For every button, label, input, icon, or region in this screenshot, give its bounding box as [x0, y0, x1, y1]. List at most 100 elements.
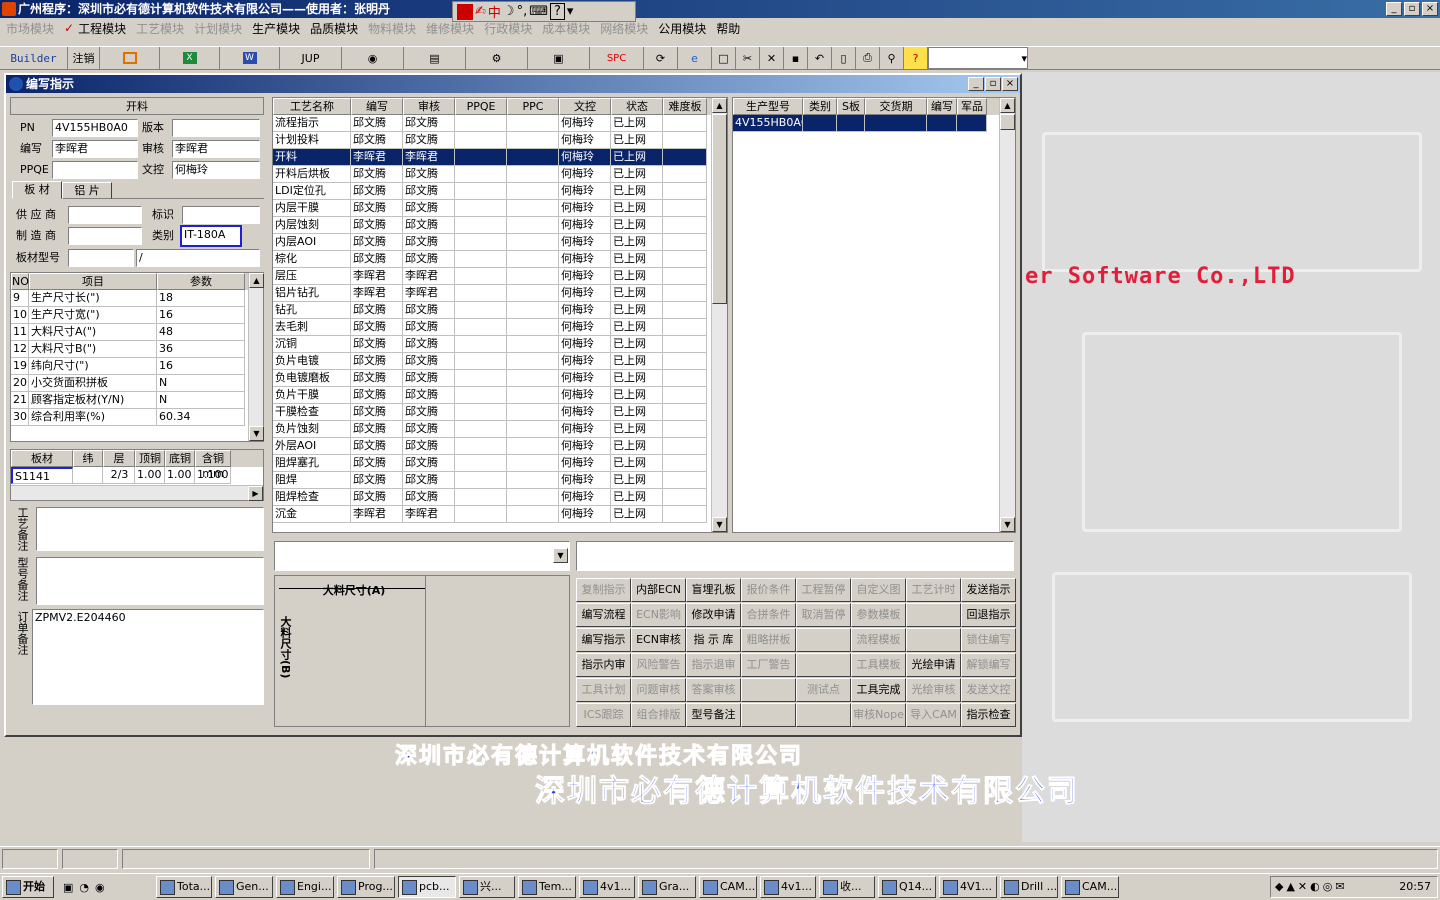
action-button[interactable]: 编写指示 — [576, 628, 631, 652]
product-header[interactable]: S板 — [837, 98, 865, 115]
product-cell[interactable] — [837, 115, 865, 132]
process-writer[interactable]: 邱文腾 — [351, 166, 403, 183]
explorer-icon[interactable]: ◔ — [79, 881, 89, 894]
params-row[interactable]: 21 顾客指定板材(Y/N) N — [11, 392, 263, 409]
action-button[interactable]: 工厂警告 — [741, 653, 796, 677]
param-no[interactable]: 30 — [11, 409, 29, 426]
menu-item[interactable]: 工程模块 — [76, 20, 134, 37]
process-difficulty[interactable] — [663, 404, 707, 421]
action-button[interactable]: 编写流程 — [576, 603, 631, 627]
refresh-icon[interactable]: ⟳ — [644, 47, 678, 69]
process-doc[interactable]: 何梅玲 — [559, 353, 611, 370]
product-scroll-thumb[interactable] — [1000, 114, 1015, 130]
process-name[interactable]: 钻孔 — [273, 302, 351, 319]
process-ppqe[interactable] — [455, 472, 507, 489]
builder-button[interactable]: Builder — [0, 47, 68, 69]
database-icon[interactable]: ▤ — [404, 47, 466, 69]
process-reviewer[interactable]: 邱文腾 — [403, 472, 455, 489]
param-item[interactable]: 小交货面积拼板 — [29, 375, 157, 392]
product-header[interactable]: 生产型号 — [733, 98, 803, 115]
process-writer[interactable]: 邱文腾 — [351, 200, 403, 217]
ie-icon[interactable]: e — [678, 47, 712, 69]
taskbar-item[interactable]: Q14... — [878, 876, 936, 898]
process-writer[interactable]: 邱文腾 — [351, 421, 403, 438]
process-ppqe[interactable] — [455, 421, 507, 438]
taskbar-item[interactable]: pcb... — [398, 876, 456, 898]
action-button[interactable]: ICS跟踪 — [576, 703, 631, 727]
process-reviewer[interactable]: 邱文腾 — [403, 336, 455, 353]
process-status[interactable]: 已上网 — [611, 183, 663, 200]
params-row[interactable]: 30 综合利用率(%) 60.34 — [11, 409, 263, 426]
action-button[interactable]: 盲埋孔板 — [686, 578, 741, 602]
process-doc[interactable]: 何梅玲 — [559, 285, 611, 302]
menu-item[interactable]: 市场模块 — [4, 20, 62, 37]
process-writer[interactable]: 邱文腾 — [351, 455, 403, 472]
process-ppqe[interactable] — [455, 387, 507, 404]
action-button[interactable]: 内部ECN — [631, 578, 686, 602]
start-button[interactable]: 开始 — [2, 876, 54, 898]
process-doc[interactable]: 何梅玲 — [559, 149, 611, 166]
process-ppqe[interactable] — [455, 302, 507, 319]
material-name[interactable]: S1141 — [11, 467, 73, 484]
process-reviewer[interactable]: 邱文腾 — [403, 302, 455, 319]
process-ppc[interactable] — [507, 166, 559, 183]
param-value[interactable]: 48 — [157, 324, 245, 341]
product-header[interactable]: 交货期 — [865, 98, 927, 115]
find-icon[interactable]: ⚲ — [880, 47, 904, 69]
process-row[interactable]: 棕化 邱文腾 邱文腾 何梅玲 已上网 — [273, 251, 727, 268]
process-ppqe[interactable] — [455, 353, 507, 370]
process-difficulty[interactable] — [663, 472, 707, 489]
process-ppc[interactable] — [507, 506, 559, 523]
halfwidth-icon[interactable]: ☽ — [503, 4, 515, 19]
action-button[interactable]: ECN审核 — [631, 628, 686, 652]
process-ppqe[interactable] — [455, 370, 507, 387]
process-doc[interactable]: 何梅玲 — [559, 132, 611, 149]
param-no[interactable]: 21 — [11, 392, 29, 409]
material-bottom-cu[interactable]: 1.00 — [165, 467, 195, 484]
process-doc[interactable]: 何梅玲 — [559, 115, 611, 132]
process-writer[interactable]: 邱文腾 — [351, 115, 403, 132]
process-name[interactable]: 阻焊塞孔 — [273, 455, 351, 472]
process-row[interactable]: 负电镀磨板 邱文腾 邱文腾 何梅玲 已上网 — [273, 370, 727, 387]
param-item[interactable]: 生产尺寸宽(") — [29, 307, 157, 324]
process-row[interactable]: 负片干膜 邱文腾 邱文腾 何梅玲 已上网 — [273, 387, 727, 404]
param-value[interactable]: 60.34 — [157, 409, 245, 426]
process-status[interactable]: 已上网 — [611, 404, 663, 421]
taskbar-item[interactable]: CAM... — [1061, 876, 1119, 898]
process-difficulty[interactable] — [663, 234, 707, 251]
process-ppqe[interactable] — [455, 319, 507, 336]
action-button[interactable]: 工艺计时 — [906, 578, 961, 602]
process-writer[interactable]: 邱文腾 — [351, 370, 403, 387]
process-ppc[interactable] — [507, 183, 559, 200]
action-button[interactable]: 指示退审 — [686, 653, 741, 677]
process-row[interactable]: LDI定位孔 邱文腾 邱文腾 何梅玲 已上网 — [273, 183, 727, 200]
param-item[interactable]: 综合利用率(%) — [29, 409, 157, 426]
scroll-up-icon[interactable]: ▲ — [249, 273, 264, 288]
material-header[interactable]: 纬 — [73, 450, 103, 467]
process-doc[interactable]: 何梅玲 — [559, 302, 611, 319]
process-ppc[interactable] — [507, 319, 559, 336]
action-button[interactable]: 风险警告 — [631, 653, 686, 677]
process-doc[interactable]: 何梅玲 — [559, 421, 611, 438]
process-reviewer[interactable]: 邱文腾 — [403, 421, 455, 438]
action-button[interactable]: 审核Nope — [851, 703, 906, 727]
save-icon[interactable]: ▪ — [784, 47, 808, 69]
process-ppqe[interactable] — [455, 506, 507, 523]
cut-icon[interactable]: ✂ — [736, 47, 760, 69]
param-no[interactable]: 10 — [11, 307, 29, 324]
params-row[interactable]: 12 大料尺寸B(") 36 — [11, 341, 263, 358]
process-doc[interactable]: 何梅玲 — [559, 166, 611, 183]
action-button[interactable]: 型号备注 — [686, 703, 741, 727]
process-row[interactable]: 沉铜 邱文腾 邱文腾 何梅玲 已上网 — [273, 336, 727, 353]
action-button[interactable]: 合拼条件 — [741, 603, 796, 627]
maker-field[interactable] — [68, 227, 142, 245]
eye-icon[interactable]: ◉ — [342, 47, 404, 69]
action-button[interactable]: 修改申请 — [686, 603, 741, 627]
process-ppqe[interactable] — [455, 404, 507, 421]
material-header[interactable]: 板材 — [11, 450, 73, 467]
param-no[interactable]: 12 — [11, 341, 29, 358]
tools-icon[interactable]: ⚙ — [466, 47, 528, 69]
process-ppqe[interactable] — [455, 149, 507, 166]
process-name[interactable]: 负片电镀 — [273, 353, 351, 370]
process-writer[interactable]: 李晖君 — [351, 268, 403, 285]
